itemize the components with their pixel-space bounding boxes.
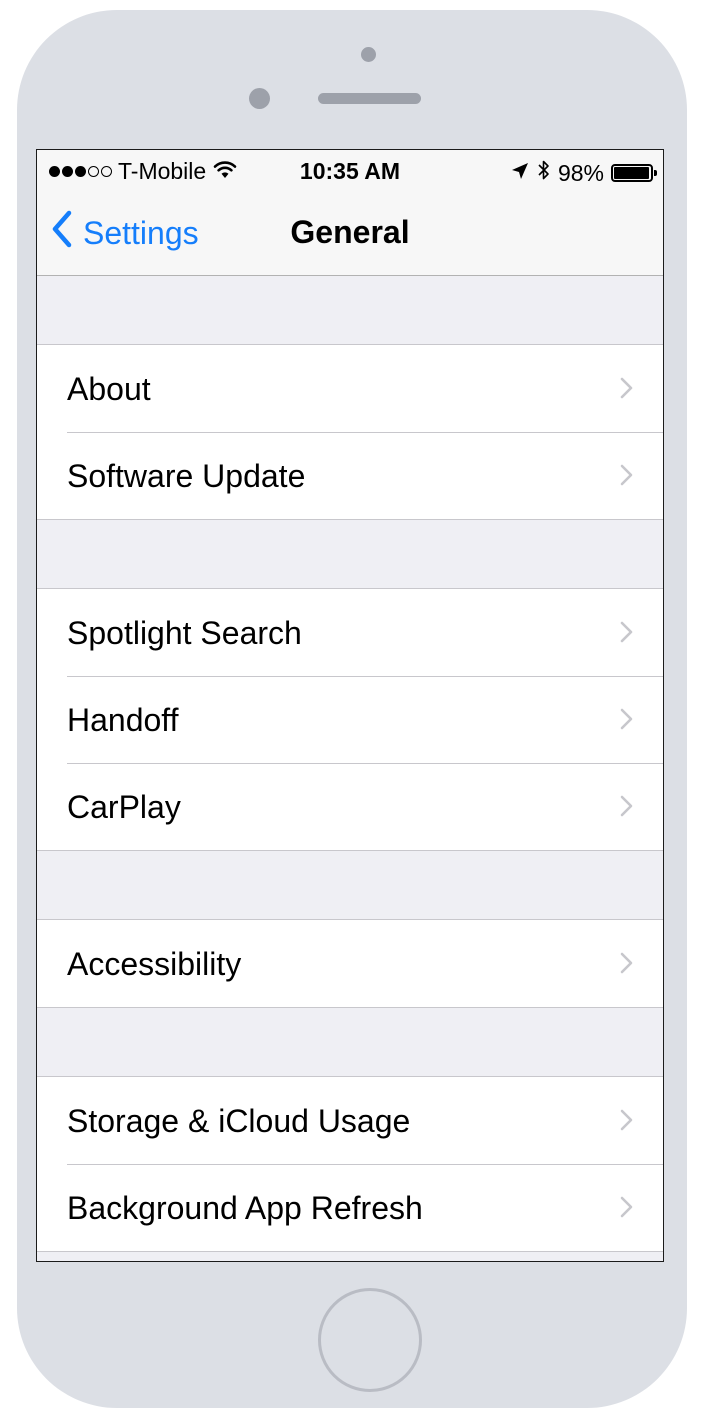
chevron-right-icon [620, 1196, 633, 1218]
screen: T-Mobile 10:35 AM 98% Settings General A… [36, 149, 664, 1262]
row-label: Storage & iCloud Usage [67, 1103, 411, 1139]
settings-row-spotlight-search[interactable]: Spotlight Search [37, 589, 663, 676]
settings-group: Spotlight Search Handoff CarPlay [37, 588, 663, 851]
battery-icon [611, 164, 657, 182]
row-label: Spotlight Search [67, 615, 302, 651]
settings-group: Accessibility [37, 919, 663, 1008]
row-label: CarPlay [67, 789, 181, 825]
front-camera [361, 47, 376, 62]
location-arrow-icon [510, 160, 530, 187]
chevron-right-icon [620, 708, 633, 730]
row-label: Handoff [67, 702, 179, 738]
home-button[interactable] [318, 1288, 422, 1392]
settings-row-accessibility[interactable]: Accessibility [37, 920, 663, 1007]
settings-row-carplay[interactable]: CarPlay [37, 763, 663, 850]
chevron-right-icon [620, 621, 633, 643]
settings-row-storage-icloud-usage[interactable]: Storage & iCloud Usage [37, 1077, 663, 1164]
earpiece-speaker [318, 93, 421, 104]
bluetooth-icon [537, 158, 551, 188]
settings-row-background-app-refresh[interactable]: Background App Refresh [37, 1164, 663, 1251]
settings-group: About Software Update [37, 344, 663, 520]
settings-row-about[interactable]: About [37, 345, 663, 432]
chevron-right-icon [620, 952, 633, 974]
proximity-sensor [249, 88, 270, 109]
battery-fill [614, 167, 649, 179]
page-title: General [290, 214, 410, 250]
battery-cap [654, 170, 657, 176]
row-label: Background App Refresh [67, 1190, 423, 1226]
chevron-right-icon [620, 377, 633, 399]
row-label: Software Update [67, 458, 306, 494]
status-bar: T-Mobile 10:35 AM 98% [37, 150, 663, 192]
settings-list: About Software Update Spotlight Search H… [37, 276, 663, 1252]
status-right: 98% [510, 158, 657, 188]
row-label: About [67, 371, 151, 407]
settings-row-handoff[interactable]: Handoff [37, 676, 663, 763]
settings-row-software-update[interactable]: Software Update [37, 432, 663, 519]
chevron-right-icon [620, 1109, 633, 1131]
chevron-right-icon [620, 795, 633, 817]
chevron-right-icon [620, 464, 633, 486]
navigation-bar: Settings General [37, 192, 663, 276]
row-label: Accessibility [67, 946, 242, 982]
battery-percent: 98% [557, 159, 604, 186]
settings-group: Storage & iCloud Usage Background App Re… [37, 1076, 663, 1252]
